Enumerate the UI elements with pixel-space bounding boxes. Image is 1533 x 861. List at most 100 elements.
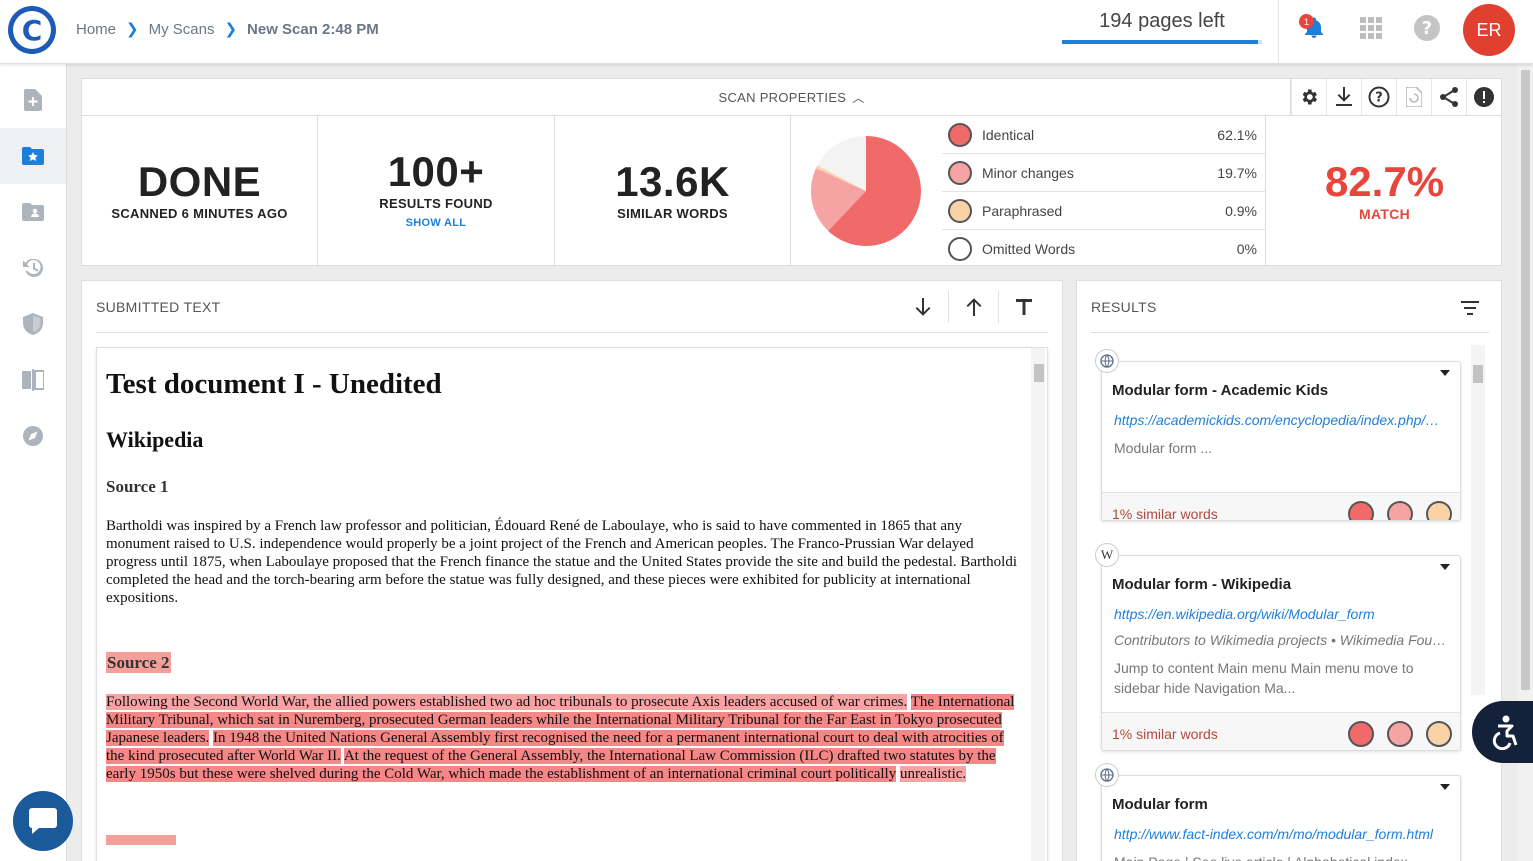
- similar-words-percent: 1% similar words: [1112, 506, 1218, 521]
- scan-properties-title: SCAN PROPERTIES: [718, 90, 847, 105]
- source-2-paragraph: Following the Second World War, the alli…: [106, 693, 1022, 783]
- result-footer: 1% similar words: [1102, 492, 1460, 521]
- rescan-icon[interactable]: [1396, 79, 1431, 115]
- text-format-icon[interactable]: [998, 291, 1048, 323]
- similar-words-cell: 13.6K SIMILAR WORDS: [555, 116, 791, 267]
- shield-icon: [23, 313, 43, 335]
- legend-label: Omitted Words: [982, 241, 1076, 257]
- top-header: C Home ❯ My Scans ❯ New Scan 2:48 PM 194…: [0, 0, 1533, 64]
- alert-icon[interactable]: [1466, 79, 1501, 115]
- show-all-link[interactable]: SHOW ALL: [318, 217, 554, 229]
- match-pie-chart: [811, 136, 921, 246]
- help-circle-icon[interactable]: ?: [1361, 79, 1396, 115]
- svg-text:?: ?: [1375, 91, 1383, 106]
- sidebar-item-history[interactable]: [0, 240, 66, 296]
- submitted-text-panel: SUBMITTED TEXT Test document I - Unedite…: [81, 280, 1063, 861]
- breadcrumb-my-scans[interactable]: My Scans: [149, 21, 215, 38]
- scan-properties-panel: SCAN PROPERTIES ︿ ? DONE SCANNED 6 MINUT…: [81, 78, 1502, 268]
- filter-icon[interactable]: [1461, 301, 1479, 320]
- result-url[interactable]: http://www.fact-index.com/m/mo/modular_f…: [1114, 826, 1450, 842]
- match-pie-cell: [791, 116, 942, 267]
- sidebar-item-security[interactable]: [0, 296, 66, 352]
- expand-caret-icon[interactable]: [1440, 564, 1450, 570]
- scan-status-sub: SCANNED 6 MINUTES AGO: [111, 206, 288, 221]
- matched-text-segment[interactable]: unrealistic.: [899, 766, 967, 782]
- source-2-heading[interactable]: Source 2: [106, 652, 171, 673]
- paraphrased-indicator[interactable]: [1426, 501, 1452, 520]
- matched-text-segment[interactable]: Following the Second World War, the alli…: [106, 694, 908, 710]
- document-heading: Wikipedia: [106, 427, 204, 452]
- help-icon[interactable]: ?: [1413, 14, 1441, 42]
- chevron-right-icon: ❯: [126, 21, 139, 38]
- result-description: Jump to content Main menu Main menu move…: [1114, 660, 1414, 696]
- share-icon[interactable]: [1431, 79, 1466, 115]
- user-avatar[interactable]: ER: [1463, 4, 1515, 56]
- result-title[interactable]: Modular form: [1112, 796, 1208, 813]
- document-scrollbar[interactable]: [1031, 348, 1045, 861]
- legend-value: 19.7%: [1217, 164, 1257, 181]
- identical-indicator[interactable]: [1348, 721, 1374, 747]
- legend-value: 0%: [1236, 241, 1257, 257]
- copyleaks-logo[interactable]: C: [8, 6, 56, 54]
- result-card[interactable]: Modular form http://www.fact-index.com/m…: [1101, 775, 1461, 861]
- apps-grid-icon[interactable]: [1357, 14, 1385, 42]
- settings-gear-icon[interactable]: [1291, 79, 1326, 115]
- result-title[interactable]: Modular form - Academic Kids: [1112, 382, 1328, 399]
- breadcrumb: Home ❯ My Scans ❯ New Scan 2:48 PM: [76, 20, 379, 39]
- document-viewer[interactable]: Test document I - Unedited Wikipedia Sou…: [96, 347, 1048, 861]
- pages-left-progress: [1062, 40, 1262, 44]
- pages-left-label: 194 pages left: [1099, 10, 1225, 32]
- legend-value: 0.9%: [1225, 202, 1257, 219]
- match-percentage: 82.7%: [1324, 158, 1445, 205]
- paraphrased-indicator[interactable]: [1426, 721, 1452, 747]
- accessibility-button[interactable]: [1472, 701, 1533, 763]
- compare-icon: [22, 369, 44, 391]
- result-url[interactable]: https://en.wikipedia.org/wiki/Modular_fo…: [1114, 606, 1450, 622]
- expand-caret-icon[interactable]: [1440, 370, 1450, 376]
- notification-badge: 1: [1299, 14, 1314, 29]
- minor-changes-indicator[interactable]: [1387, 721, 1413, 747]
- sidebar-item-shared[interactable]: [0, 184, 66, 240]
- results-title: RESULTS: [1091, 299, 1157, 315]
- scan-status: DONE: [137, 158, 262, 205]
- breadcrumb-home[interactable]: Home: [76, 21, 116, 38]
- results-count: 100+: [387, 148, 485, 195]
- scan-status-cell: DONE SCANNED 6 MINUTES AGO: [82, 116, 318, 267]
- sidebar-item-new-scan[interactable]: [0, 72, 66, 128]
- identical-indicator[interactable]: [1348, 501, 1374, 520]
- legend-label: Minor changes: [982, 164, 1074, 181]
- result-url[interactable]: https://academickids.com/encyclopedia/in…: [1114, 412, 1450, 428]
- results-scrollbar[interactable]: [1471, 345, 1485, 695]
- similar-words-label: SIMILAR WORDS: [617, 206, 728, 221]
- legend-dot: [948, 237, 972, 261]
- result-title[interactable]: Modular form - Wikipedia: [1112, 576, 1291, 593]
- expand-caret-icon[interactable]: [1440, 784, 1450, 790]
- sidebar-item-compare[interactable]: [0, 352, 66, 408]
- legend-row[interactable]: Minor changes 19.7%: [942, 154, 1265, 192]
- globe-icon: [1095, 349, 1119, 373]
- submitted-text-title: SUBMITTED TEXT: [96, 299, 221, 315]
- arrow-down-icon[interactable]: [898, 291, 948, 323]
- legend-row[interactable]: Omitted Words 0%: [942, 230, 1265, 268]
- sidebar-item-explore[interactable]: [0, 408, 66, 464]
- chevron-up-icon: ︿: [852, 91, 865, 105]
- new-file-icon: [24, 89, 42, 111]
- left-sidebar: [0, 64, 67, 861]
- download-icon[interactable]: [1326, 79, 1361, 115]
- sidebar-item-my-scans[interactable]: [0, 128, 66, 184]
- history-icon: [23, 258, 43, 277]
- globe-icon: [1095, 763, 1119, 787]
- legend-label: Identical: [982, 126, 1035, 143]
- legend-dot: [948, 122, 972, 147]
- legend-row[interactable]: Identical 62.1%: [942, 116, 1265, 154]
- arrow-up-icon[interactable]: [948, 291, 998, 323]
- minor-changes-indicator[interactable]: [1387, 501, 1413, 520]
- results-found-label: RESULTS FOUND: [379, 196, 493, 211]
- match-label: MATCH: [1358, 206, 1410, 222]
- scan-properties-toggle[interactable]: SCAN PROPERTIES ︿: [82, 89, 1501, 106]
- chat-button[interactable]: [13, 791, 73, 851]
- legend-row[interactable]: Paraphrased 0.9%: [942, 192, 1265, 230]
- result-card[interactable]: Modular form - Academic Kids https://aca…: [1101, 361, 1461, 521]
- chevron-right-icon: ❯: [224, 21, 238, 38]
- result-card[interactable]: Modular form - Wikipedia https://en.wiki…: [1101, 555, 1461, 751]
